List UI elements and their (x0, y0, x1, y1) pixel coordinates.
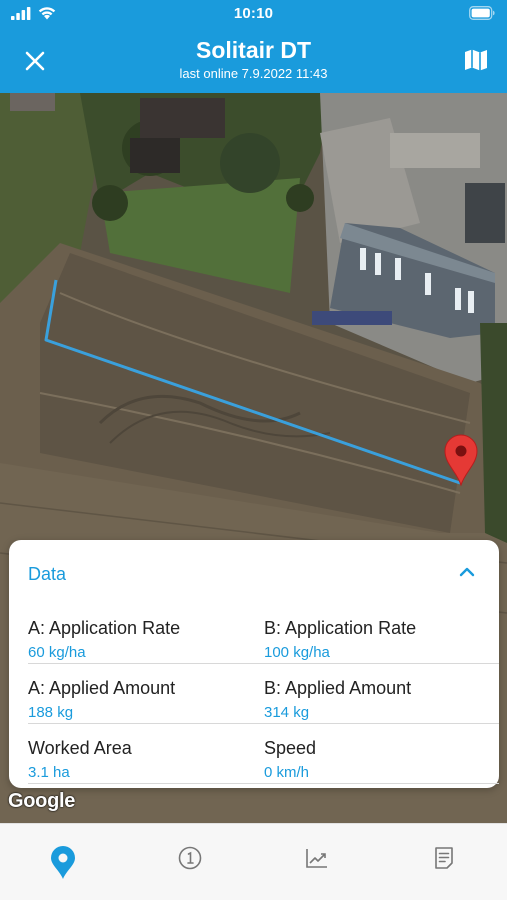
document-icon (435, 847, 453, 869)
data-label: A: Application Rate (28, 618, 181, 638)
nav-tab-info[interactable] (127, 824, 253, 900)
data-value: 188 kg (28, 704, 74, 721)
data-value: 0 km/h (264, 764, 310, 781)
data-cell: Worked Area 3.1 ha (28, 724, 258, 782)
data-cell: Speed 0 km/h (264, 724, 494, 782)
data-value: 3.1 ha (28, 764, 70, 781)
data-panel-header[interactable]: Data (9, 540, 499, 604)
location-pin-icon (51, 846, 75, 879)
data-value: 100 kg/ha (264, 644, 330, 661)
data-cell: B: Applied Amount 314 kg (264, 664, 494, 722)
top-app-bar: 10:10 Solitair DT last online 7.9.2022 1… (0, 0, 507, 93)
header-title-block: Solitair DT last online 7.9.2022 11:43 (80, 36, 427, 82)
nav-tab-document[interactable] (381, 824, 507, 900)
status-time: 10:10 (233, 5, 274, 22)
data-value: 314 kg (264, 704, 310, 721)
info-icon (178, 846, 202, 870)
data-cell: A: Application Rate 60 kg/ha (28, 604, 258, 662)
page-title: Solitair DT (195, 37, 311, 63)
data-label: B: Application Rate (264, 618, 417, 638)
google-attribution: Google (8, 790, 76, 812)
location-pin-icon[interactable] (443, 434, 479, 486)
data-panel-title: Data (28, 564, 67, 584)
data-panel: Data A: Application Rate 60 kg/ha B: App… (9, 540, 499, 788)
data-value: 60 kg/ha (28, 644, 86, 661)
data-row: Worked Area 3.1 ha Speed 0 km/h (28, 724, 499, 784)
map-icon (465, 49, 487, 71)
chevron-up-icon[interactable] (459, 567, 475, 577)
battery-icon (469, 6, 495, 20)
data-label: A: Applied Amount (28, 678, 176, 698)
data-row: A: Applied Amount 188 kg B: Applied Amou… (28, 664, 499, 724)
chart-icon (306, 849, 327, 868)
close-button[interactable] (20, 46, 50, 76)
data-row: A: Application Rate 60 kg/ha B: Applicat… (28, 604, 499, 664)
data-label: Worked Area (28, 738, 132, 758)
bottom-navigation (0, 823, 507, 900)
data-cell: B: Application Rate 100 kg/ha (264, 604, 494, 662)
data-label: B: Applied Amount (264, 678, 412, 698)
nav-tab-location[interactable] (0, 824, 126, 900)
data-cell: A: Applied Amount 188 kg (28, 664, 258, 722)
last-online-text: last online 7.9.2022 11:43 (179, 66, 328, 81)
data-label: Speed (264, 738, 317, 758)
nav-tab-chart[interactable] (254, 824, 380, 900)
close-icon (25, 51, 45, 71)
status-bar: 10:10 (0, 0, 507, 28)
map-view-button[interactable] (461, 45, 491, 75)
